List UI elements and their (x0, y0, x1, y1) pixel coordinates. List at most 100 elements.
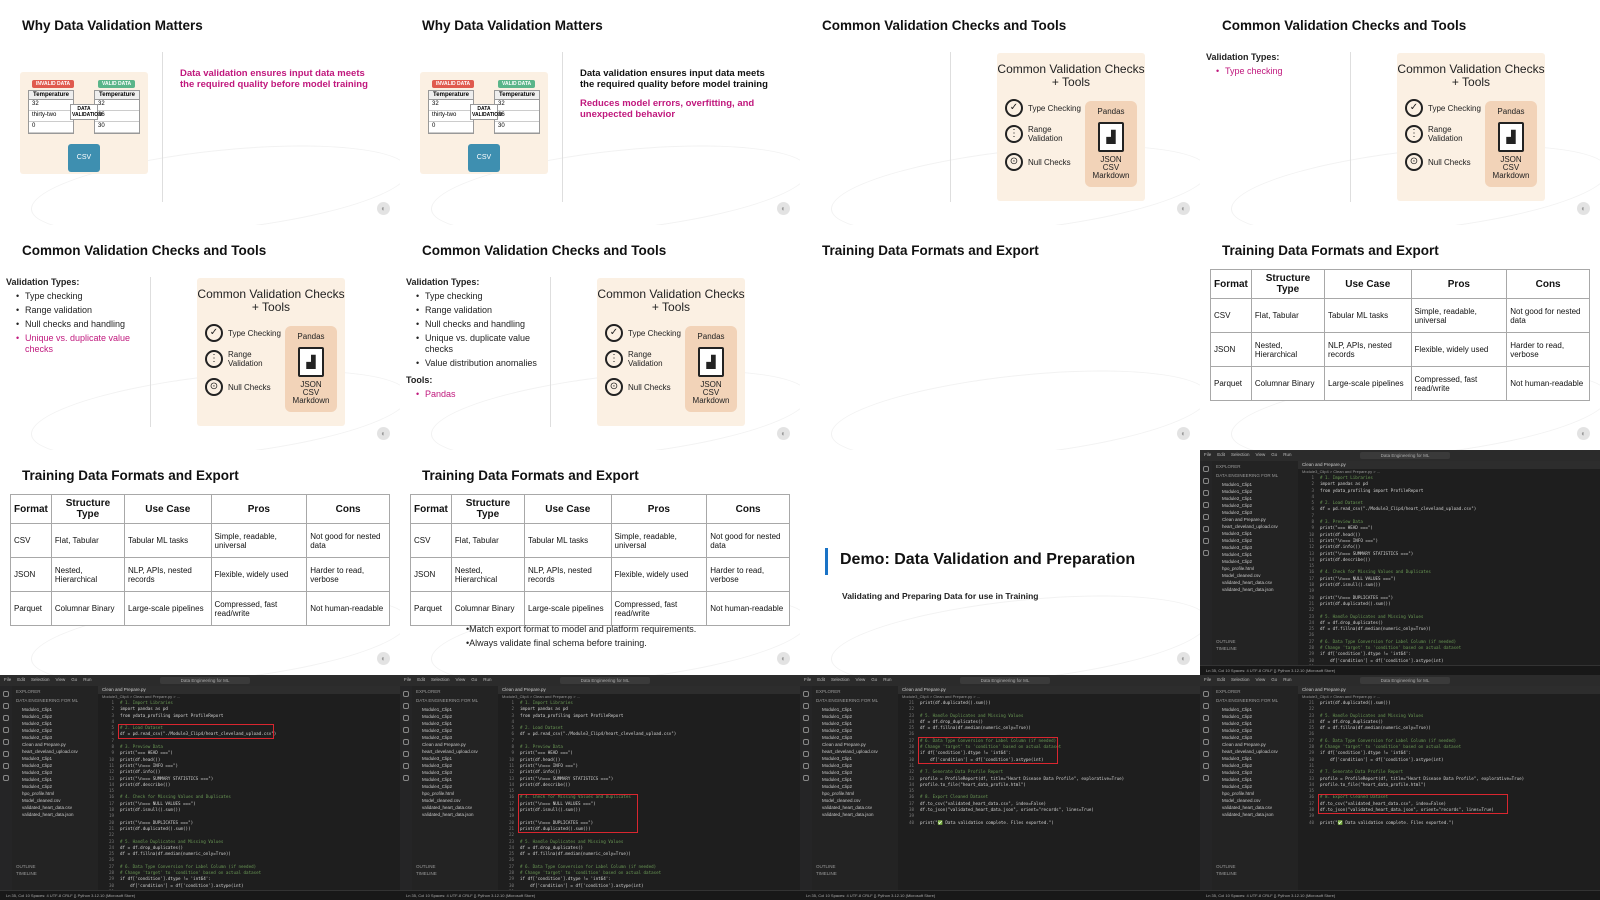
file-item[interactable]: Module3_Clip2 (1216, 762, 1294, 769)
file-item[interactable]: Module3_Clip2 (416, 762, 494, 769)
file-item[interactable]: hpo_profile.html (416, 790, 494, 797)
file-item[interactable]: heart_cleveland_upload.csv (1216, 523, 1294, 530)
file-item[interactable]: Module1_Clip1 (16, 706, 94, 713)
file-item[interactable]: heart_cleveland_upload.csv (816, 748, 894, 755)
slide-nav-icon[interactable]: ◐ (777, 202, 790, 215)
menu-item[interactable]: Edit (1217, 452, 1225, 457)
file-item[interactable]: Module1_Clip2 (816, 713, 894, 720)
outline-section[interactable]: OUTLINE (16, 863, 36, 870)
vscode-thumbnail[interactable]: File Edit Selection View Go Run Data Engineeri… (1200, 450, 1600, 675)
file-item[interactable]: Module2_Clip2 (16, 727, 94, 734)
activity-icon[interactable] (1203, 691, 1209, 697)
file-item[interactable]: Module1_Clip1 (1216, 481, 1294, 488)
file-item[interactable]: Module4_Clip1 (1216, 776, 1294, 783)
file-item[interactable]: hpo_profile.html (1216, 790, 1294, 797)
menu-item[interactable]: View (56, 677, 66, 682)
menu-item[interactable]: File (404, 677, 411, 682)
activity-icon[interactable] (1203, 538, 1209, 544)
slide-thumbnail-formats[interactable]: ◐ Training Data Formats and Export Format S… (1200, 225, 1600, 450)
file-item[interactable]: Module4_Clip2 (416, 783, 494, 790)
activity-icon[interactable] (3, 739, 9, 745)
activity-icon[interactable] (1203, 703, 1209, 709)
activity-icon[interactable] (403, 775, 409, 781)
vscode-thumbnail[interactable]: File Edit Selection View Go Run Data Engineeri… (1200, 675, 1600, 900)
activity-icon[interactable] (3, 715, 9, 721)
file-item[interactable]: Module2_Clip3 (416, 734, 494, 741)
project-root[interactable]: DATA ENGINEERING FOR ML (16, 697, 94, 704)
activity-icon[interactable] (803, 703, 809, 709)
menu-item[interactable]: View (1256, 452, 1266, 457)
file-item[interactable]: Model_cleaned.csv (16, 797, 94, 804)
slide-nav-icon[interactable]: ◐ (377, 202, 390, 215)
file-item[interactable]: Module3_Clip2 (16, 762, 94, 769)
code-editor[interactable]: Clean and Prepare.py Module3_Clip4 > Clea… (1298, 461, 1600, 675)
activity-icon[interactable] (1203, 715, 1209, 721)
activity-icon[interactable] (3, 751, 9, 757)
slide-nav-icon[interactable]: ◐ (1577, 427, 1590, 440)
slide-nav-icon[interactable]: ◐ (777, 652, 790, 665)
activity-icon[interactable] (1203, 466, 1209, 472)
file-item[interactable]: validated_heart_data.json (1216, 811, 1294, 818)
activity-icon[interactable] (403, 703, 409, 709)
file-item[interactable]: Module1_Clip1 (1216, 706, 1294, 713)
file-item[interactable]: Module2_Clip2 (1216, 727, 1294, 734)
vscode-thumbnail[interactable]: File Edit Selection View Go Run Data Engineeri… (800, 675, 1200, 900)
file-item[interactable]: Module1_Clip2 (1216, 488, 1294, 495)
slide-thumbnail-formats[interactable]: ◐ Training Data Formats and Export Format S… (400, 450, 800, 675)
activity-icon[interactable] (803, 727, 809, 733)
file-item[interactable]: Module4_Clip1 (16, 776, 94, 783)
slide-thumbnail-checks[interactable]: ◐ Common Validation Checks and Tools Valid… (0, 225, 400, 450)
slide-nav-icon[interactable]: ◐ (1177, 427, 1190, 440)
menu-item[interactable]: Run (1283, 452, 1291, 457)
file-item[interactable]: Module3_Clip1 (1216, 755, 1294, 762)
file-item[interactable]: Clean and Prepare.py (1216, 516, 1294, 523)
timeline-section[interactable]: TIMELINE (1216, 870, 1237, 877)
slide-thumbnail-checks[interactable]: ◐ Common Validation Checks and Tools Commo… (800, 0, 1200, 225)
activity-icon[interactable] (1203, 550, 1209, 556)
file-item[interactable]: Module2_Clip1 (16, 720, 94, 727)
vscode-thumbnail[interactable]: File Edit Selection View Go Run Data Engineeri… (0, 675, 400, 900)
slide-nav-icon[interactable]: ◐ (1577, 202, 1590, 215)
timeline-section[interactable]: TIMELINE (1216, 645, 1237, 652)
menu-item[interactable]: Run (483, 677, 491, 682)
menu-item[interactable]: Edit (17, 677, 25, 682)
outline-section[interactable]: OUTLINE (1216, 863, 1236, 870)
menu-item[interactable]: Go (871, 677, 877, 682)
outline-section[interactable]: OUTLINE (416, 863, 436, 870)
file-item[interactable]: heart_cleveland_upload.csv (16, 748, 94, 755)
menu-item[interactable]: File (1204, 452, 1211, 457)
outline-section[interactable]: OUTLINE (816, 863, 836, 870)
code-editor[interactable]: Clean and Prepare.py Module3_Clip4 > Clea… (898, 686, 1200, 890)
file-item[interactable]: Module2_Clip3 (1216, 509, 1294, 516)
activity-icon[interactable] (403, 751, 409, 757)
file-item[interactable]: Module2_Clip1 (1216, 495, 1294, 502)
menu-item[interactable]: Edit (1217, 677, 1225, 682)
file-item[interactable]: hpo_profile.html (1216, 565, 1294, 572)
activity-icon[interactable] (1203, 739, 1209, 745)
file-item[interactable]: Module3_Clip2 (816, 762, 894, 769)
file-item[interactable]: Model_cleaned.csv (1216, 797, 1294, 804)
activity-icon[interactable] (403, 727, 409, 733)
file-item[interactable]: Module2_Clip1 (816, 720, 894, 727)
file-item[interactable]: Module4_Clip2 (1216, 558, 1294, 565)
timeline-section[interactable]: TIMELINE (16, 870, 37, 877)
file-item[interactable]: Clean and Prepare.py (416, 741, 494, 748)
activity-icon[interactable] (1203, 514, 1209, 520)
file-item[interactable]: Model_cleaned.csv (1216, 572, 1294, 579)
activity-icon[interactable] (1203, 775, 1209, 781)
code-editor[interactable]: Clean and Prepare.py Module3_Clip4 > Clea… (1298, 686, 1600, 890)
file-item[interactable]: Module2_Clip2 (816, 727, 894, 734)
activity-icon[interactable] (1203, 727, 1209, 733)
activity-icon[interactable] (3, 775, 9, 781)
menu-item[interactable]: Selection (31, 677, 50, 682)
activity-icon[interactable] (803, 715, 809, 721)
file-item[interactable]: validated_heart_data.csv (816, 804, 894, 811)
activity-icon[interactable] (803, 691, 809, 697)
activity-icon[interactable] (803, 751, 809, 757)
file-item[interactable]: Module3_Clip3 (1216, 544, 1294, 551)
activity-icon[interactable] (3, 691, 9, 697)
menu-item[interactable]: Selection (1231, 677, 1250, 682)
slide-thumbnail-checks[interactable]: ◐ Common Validation Checks and Tools Valid… (1200, 0, 1600, 225)
menu-item[interactable]: File (4, 677, 11, 682)
file-item[interactable]: Module1_Clip2 (1216, 713, 1294, 720)
